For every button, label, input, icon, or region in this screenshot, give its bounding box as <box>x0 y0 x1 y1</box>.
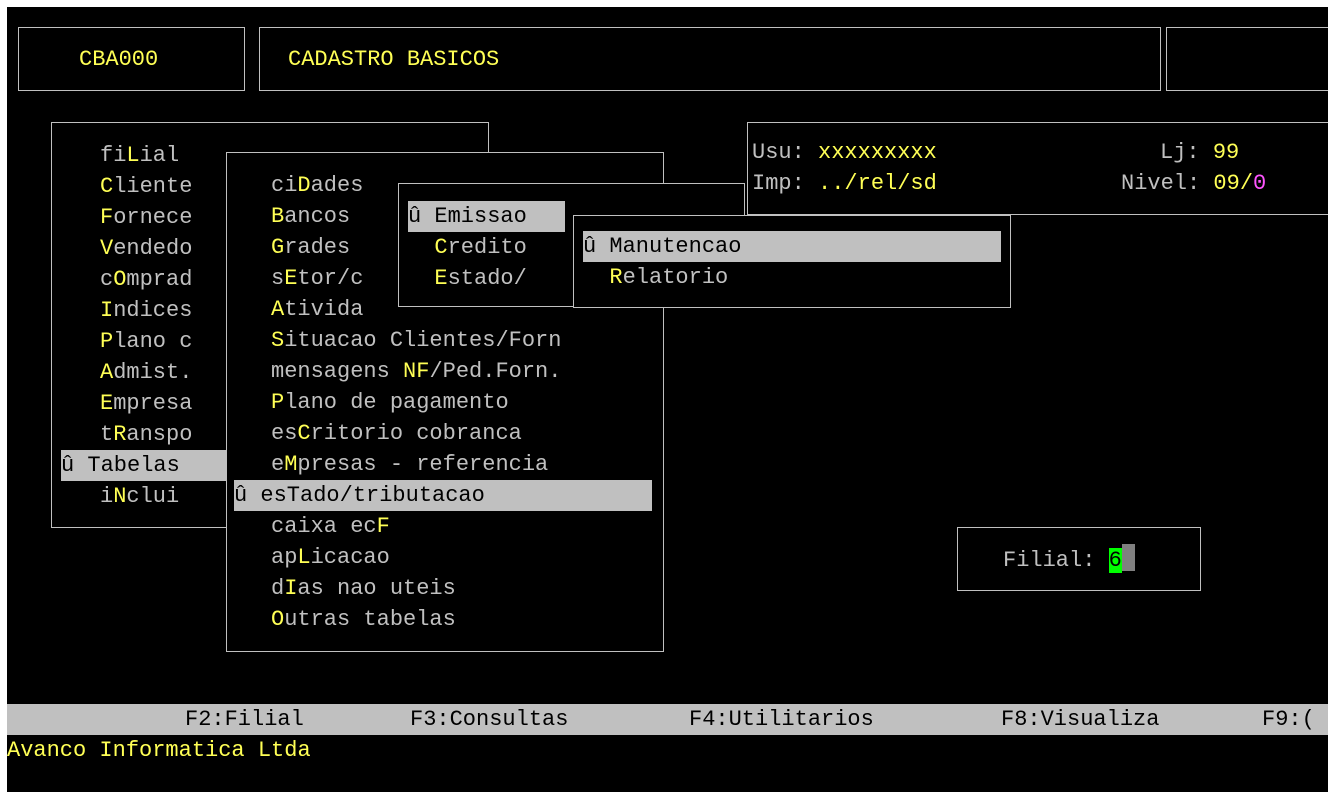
fkey-f3-consultas[interactable]: F3:Consultas <box>410 704 568 735</box>
usu-value: xxxxxxxxx <box>818 140 937 165</box>
lj-value: 99 <box>1212 140 1240 165</box>
submenu-item-empresas-ref[interactable]: eMpresas - referencia <box>271 449 548 480</box>
submenu-item-grades[interactable]: Grades <box>271 232 350 263</box>
right-header-box <box>1166 27 1328 91</box>
imp-value: ../rel/sd <box>818 171 937 196</box>
fkey-f9[interactable]: F9:( <box>1262 704 1315 735</box>
fkey-f2-filial[interactable]: F2:Filial <box>185 704 304 735</box>
page-title: CADASTRO BASICOS <box>288 47 500 72</box>
emissao-submenu: û Manutencao Relatorio <box>573 215 1011 308</box>
text-cursor <box>1121 544 1135 571</box>
usu-row: Usu: xxxxxxxxx <box>752 140 937 165</box>
imp-row: Imp: ../rel/sd <box>752 171 937 196</box>
menu-item-indices[interactable]: Indices <box>100 295 192 326</box>
submenu-item-escritorio[interactable]: esCritorio cobranca <box>271 418 522 449</box>
submenu-item-aplicacao[interactable]: apLicacao <box>271 542 390 573</box>
menu-item-administradoras[interactable]: Admist. <box>100 357 192 388</box>
fkey-f8-visualiza[interactable]: F8:Visualiza <box>1001 704 1159 735</box>
program-code-box: CBA000 <box>18 27 245 91</box>
submenu-item-dias-nao-uteis[interactable]: dIas nao uteis <box>271 573 456 604</box>
user-info-box: Usu: xxxxxxxxx Lj: 99 Imp: ../rel/sd Niv… <box>747 122 1328 215</box>
submenu-item-mensagens[interactable]: mensagens NF/Ped.Forn. <box>271 356 561 387</box>
submenu-item-plano-pagamento[interactable]: Plano de pagamento <box>271 387 509 418</box>
menu-item-filial[interactable]: fiLial <box>100 140 179 171</box>
menu-item-fornecedores[interactable]: Fornece <box>100 202 192 233</box>
filial-field[interactable]: Filial: 6 <box>1003 544 1135 576</box>
nivel-row: Nivel: 09/0 <box>1121 171 1267 196</box>
function-key-bar: F2:Filial F3:Consultas F4:Utilitarios F8… <box>7 704 1328 735</box>
emissao-item-relatorio[interactable]: Relatorio <box>583 262 728 293</box>
estado-item-credito[interactable]: Credito <box>408 232 526 263</box>
emissao-item-manutencao[interactable]: û Manutencao <box>583 231 1001 262</box>
menu-item-tabelas[interactable]: û Tabelas <box>61 450 232 481</box>
submenu-item-outras-tabelas[interactable]: Outras tabelas <box>271 604 456 635</box>
menu-item-clientes[interactable]: Cliente <box>100 171 192 202</box>
lj-row: Lj: 99 <box>1160 140 1240 165</box>
menu-item-inclui[interactable]: iNclui <box>100 481 179 512</box>
submenu-item-situacao[interactable]: Situacao Clientes/Forn <box>271 325 561 356</box>
menu-item-empresas[interactable]: Empresa <box>100 388 192 419</box>
menu-item-plano-contas[interactable]: Plano c <box>100 326 192 357</box>
title-box: CADASTRO BASICOS <box>259 27 1161 91</box>
submenu-item-estado-tributacao[interactable]: û esTado/tributacao <box>234 480 652 511</box>
program-code: CBA000 <box>79 47 159 72</box>
estado-item-emissao[interactable]: û Emissao <box>408 201 565 232</box>
nivel-value: 09/ <box>1213 171 1254 196</box>
submenu-item-atividades[interactable]: Ativida <box>271 294 363 325</box>
estado-item-estado[interactable]: Estado/ <box>408 263 526 294</box>
filial-value: 6 <box>1108 548 1122 573</box>
submenu-item-caixa-ecf[interactable]: caixa ecF <box>271 511 390 542</box>
submenu-item-setor[interactable]: sEtor/c <box>271 263 363 294</box>
filial-label: Filial: <box>1003 548 1109 573</box>
submenu-item-bancos[interactable]: Bancos <box>271 201 350 232</box>
fkey-f4-utilitarios[interactable]: F4:Utilitarios <box>689 704 874 735</box>
menu-item-compradores[interactable]: cOmprad <box>100 264 192 295</box>
menu-item-transportadoras[interactable]: tRanspo <box>100 419 192 450</box>
submenu-item-cidades[interactable]: ciDades <box>271 170 363 201</box>
terminal-screen: CBA000 CADASTRO BASICOS Usu: xxxxxxxxx L… <box>7 7 1328 792</box>
company-footer: Avanco Informatica Ltda <box>7 738 311 763</box>
menu-item-vendedores[interactable]: Vendedo <box>100 233 192 264</box>
filial-box: Filial: 6 <box>957 527 1201 591</box>
